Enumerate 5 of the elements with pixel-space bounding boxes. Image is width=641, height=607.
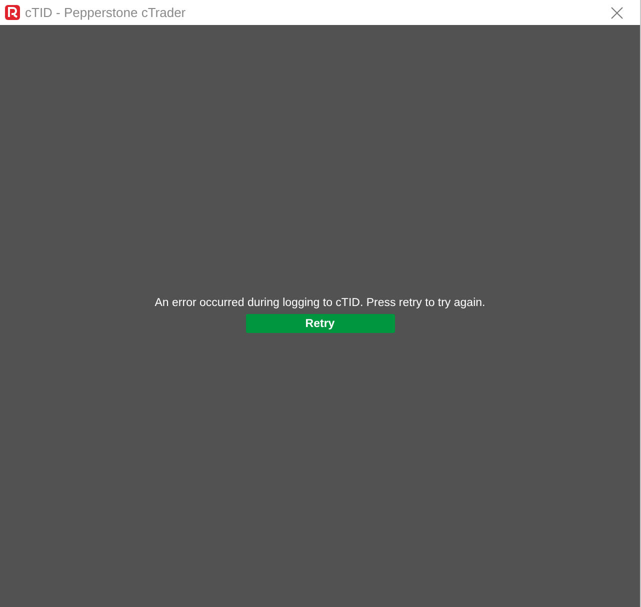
window-title: cTID - Pepperstone cTrader (25, 5, 187, 20)
retry-button[interactable]: Retry (246, 314, 394, 333)
app-logo-icon (5, 5, 20, 20)
close-icon (611, 6, 623, 18)
error-message: An error occurred during logging to cTID. Press retry to try again. (154, 297, 486, 309)
